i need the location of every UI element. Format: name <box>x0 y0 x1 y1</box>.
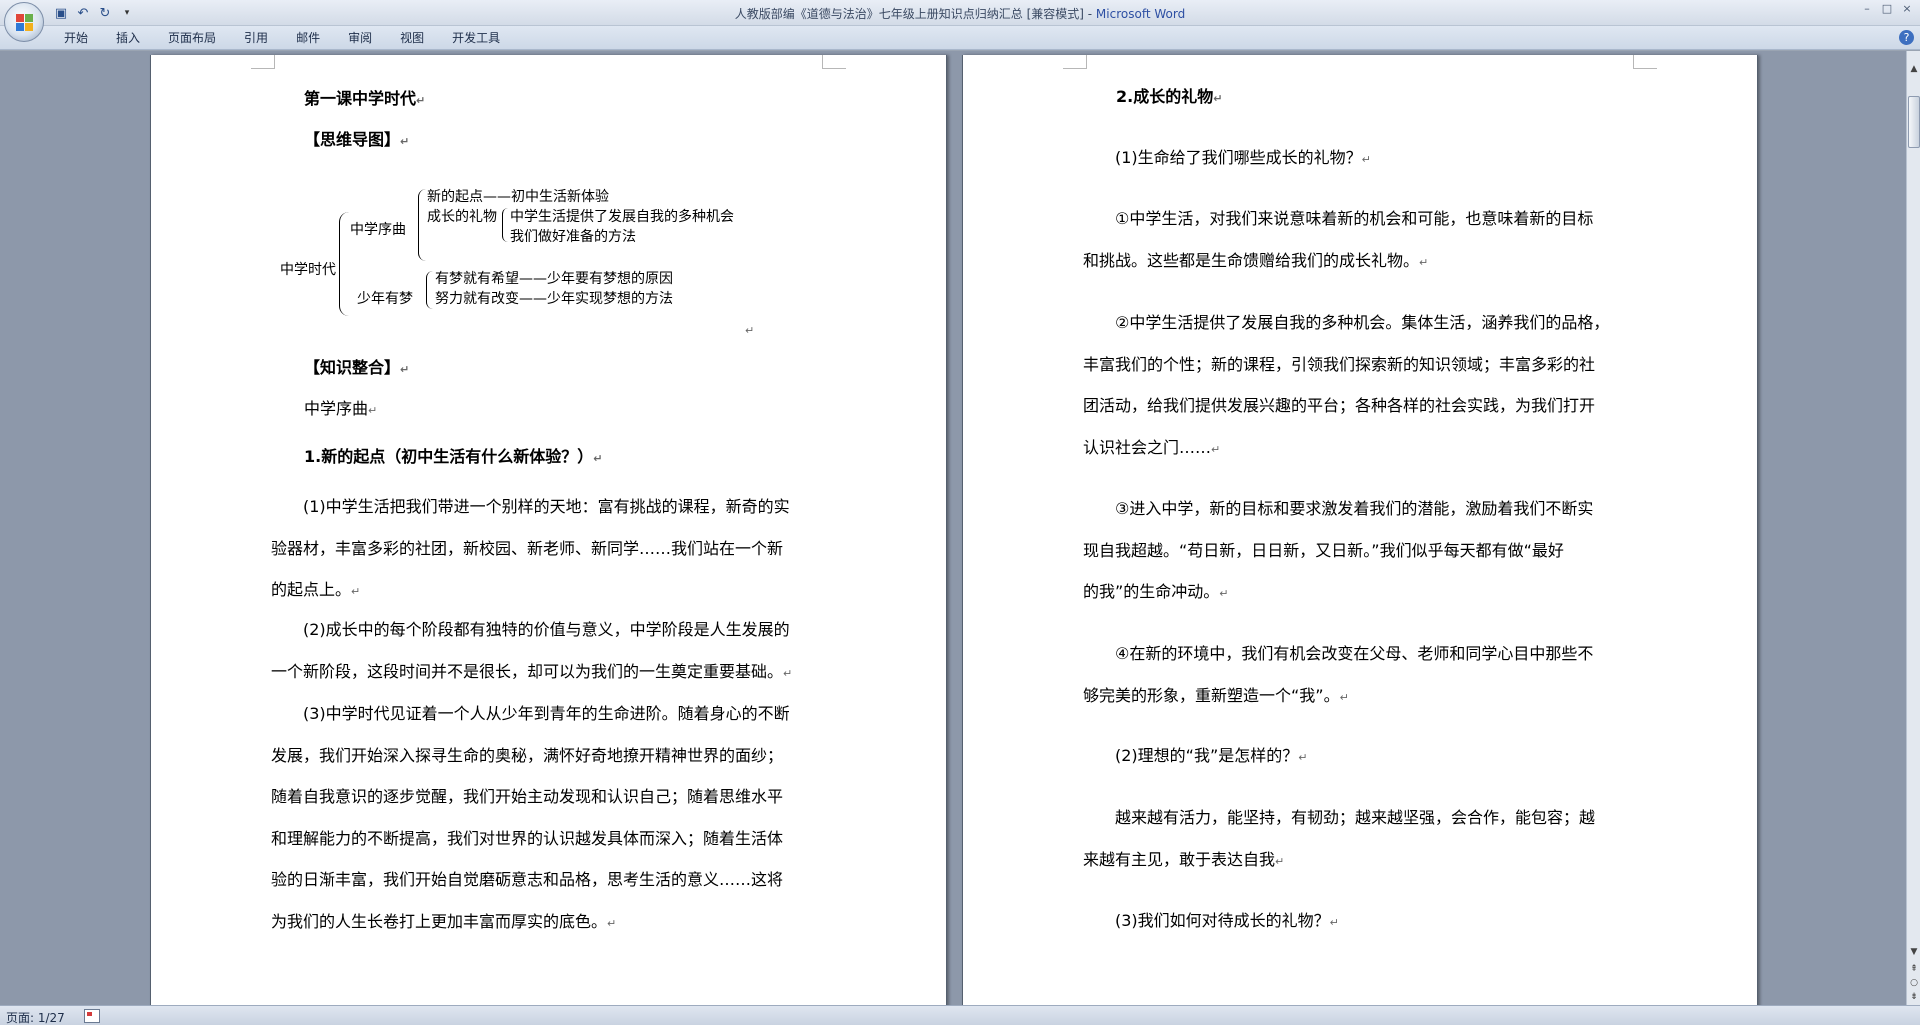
crop-mark <box>822 55 846 69</box>
mind-map: 中学时代 中学序曲 新的起点——初中生活新体验 成长的礼物 中学生活提供了发展自… <box>276 189 796 343</box>
paragraph: (3)中学时代见证着一个人从少年到青年的生命进阶。随着身心的不断 发展，我们开始… <box>271 693 790 944</box>
lesson-title: 第一课中学时代↵ <box>304 89 426 108</box>
text-line: 来越有主见，敢于表达自我↵ <box>1083 849 1285 869</box>
text-line: 的起点上。↵ <box>271 580 361 599</box>
paragraph: ④在新的环境中，我们有机会改变在父母、老师和同学心目中那些不 够完美的形象，重新… <box>1083 633 1593 718</box>
text-line: (3)中学时代见证着一个人从少年到青年的生命进阶。随着身心的不断 <box>271 704 790 723</box>
paragraph: ②中学生活提供了发展自我的多种机会。集体生活，涵养我们的品格， 丰富我们的个性；… <box>1083 302 1609 470</box>
crop-mark <box>1063 55 1087 69</box>
document-title: 人教版部编《道德与法治》七年级上册知识点归纳汇总 [兼容模式] - <box>734 7 1096 21</box>
application-name: Microsoft Word <box>1095 7 1186 21</box>
question: (1)生命给了我们哪些成长的礼物？↵ <box>1083 148 1371 167</box>
mindmap-item: 我们做好准备的方法 <box>510 229 636 245</box>
tab-view[interactable]: 视图 <box>386 29 438 47</box>
tab-page-layout[interactable]: 页面布局 <box>154 29 230 47</box>
text-line: 认识社会之门……↵ <box>1083 437 1221 457</box>
question: (3)我们如何对待成长的礼物？↵ <box>1083 911 1339 930</box>
brace <box>418 189 426 261</box>
text-line: 验器材，丰富多彩的社团，新校园、新老师、新同学……我们站在一个新 <box>271 538 784 558</box>
mindmap-branch-2: 少年有梦 <box>357 291 413 307</box>
section-label: 中学序曲↵ <box>304 399 378 418</box>
text-line: 现自我超越。“苟日新，日日新，又日新。”我们似乎每天都有做“最好 <box>1083 540 1564 560</box>
text-line: 够完美的形象，重新塑造一个“我”。↵ <box>1083 685 1349 705</box>
window-controls: – □ × <box>1860 2 1914 16</box>
text-line: ②中学生活提供了发展自我的多种机会。集体生活，涵养我们的品格， <box>1083 313 1610 332</box>
ribbon-tab-bar: 开始 插入 页面布局 引用 邮件 审阅 视图 开发工具 ? <box>0 26 1920 50</box>
next-page-icon[interactable]: ⇟ <box>1908 991 1920 1003</box>
text-line: 一个新阶段，这段时间并不是很长，却可以为我们的一生奠定重要基础。↵ <box>271 661 793 681</box>
paragraph: ③进入中学，新的目标和要求激发着我们的潜能，激励着我们不断实 现自我超越。“苟日… <box>1083 488 1593 615</box>
heading-growth-gifts: 2.成长的礼物↵ <box>1116 87 1223 106</box>
tab-insert[interactable]: 插入 <box>102 29 154 47</box>
previous-page-icon[interactable]: ⇞ <box>1908 963 1920 975</box>
document-page-1[interactable]: 第一课中学时代↵ 【思维导图】↵ 中学时代 中学序曲 新的起点——初中生活新体验… <box>150 55 947 1005</box>
text-line: 发展，我们开始深入探寻生命的奥秘，满怀好奇地撩开精神世界的面纱； <box>271 745 784 765</box>
text-line: (1)中学生活把我们带进一个别样的天地：富有挑战的课程，新奇的实 <box>271 497 790 516</box>
tab-references[interactable]: 引用 <box>230 29 282 47</box>
question: (2)理想的“我”是怎样的？↵ <box>1083 746 1308 765</box>
text-line: 为我们的人生长卷打上更加丰富而厚实的底色。↵ <box>271 911 617 931</box>
paragraph: ①中学生活，对我们来说意味着新的机会和可能，也意味着新的目标 和挑战。这些都是生… <box>1083 198 1593 283</box>
text-line: 验的日渐丰富，我们开始自觉磨砺意志和品格，思考生活的意义……这将 <box>271 870 784 889</box>
tab-home[interactable]: 开始 <box>50 29 102 47</box>
text-line: 丰富我们的个性；新的课程，引领我们探索新的知识领域；丰富多彩的社 <box>1083 354 1596 374</box>
document-page-2[interactable]: 2.成长的礼物↵ (1)生命给了我们哪些成长的礼物？↵ ①中学生活，对我们来说意… <box>962 55 1758 1005</box>
knowledge-heading: 【知识整合】↵ <box>304 358 410 377</box>
text-line: 和挑战。这些都是生命馈赠给我们的成长礼物。↵ <box>1083 250 1429 270</box>
paragraph: (2)成长中的每个阶段都有独特的价值与意义，中学阶段是人生发展的 一个新阶段，这… <box>271 609 792 694</box>
proofing-icon[interactable] <box>84 1009 100 1023</box>
text-line: ①中学生活，对我们来说意味着新的机会和可能，也意味着新的目标 <box>1083 209 1594 228</box>
scroll-up-icon[interactable]: ▲ <box>1908 63 1920 75</box>
tab-developer[interactable]: 开发工具 <box>438 29 514 47</box>
maximize-button[interactable]: □ <box>1880 2 1894 16</box>
text-line: 随着自我意识的逐步觉醒，我们开始主动发现和认识自己；随着思维水平 <box>271 787 784 806</box>
text-line: (2)成长中的每个阶段都有独特的价值与意义，中学阶段是人生发展的 <box>271 620 790 639</box>
brace <box>339 212 349 316</box>
scrollbar-thumb[interactable] <box>1908 96 1920 148</box>
mindmap-heading: 【思维导图】↵ <box>304 130 410 149</box>
document-workspace: 第一课中学时代↵ 【思维导图】↵ 中学时代 中学序曲 新的起点——初中生活新体验… <box>0 51 1906 1005</box>
crop-mark <box>251 55 275 69</box>
mindmap-item: 新的起点——初中生活新体验 <box>427 189 609 205</box>
tab-review[interactable]: 审阅 <box>334 29 386 47</box>
tab-mailings[interactable]: 邮件 <box>282 29 334 47</box>
help-icon[interactable]: ? <box>1899 30 1914 45</box>
text-line: 和理解能力的不断提高，我们对世界的认识越发具体而深入；随着生活体 <box>271 828 784 848</box>
mindmap-item: 中学生活提供了发展自我的多种机会 <box>510 209 734 225</box>
scroll-down-icon[interactable]: ▼ <box>1908 946 1920 958</box>
minimize-button[interactable]: – <box>1860 2 1874 16</box>
crop-mark <box>1633 55 1657 69</box>
mindmap-root: 中学时代 <box>280 262 336 278</box>
text-line: 的我”的生命冲动。↵ <box>1083 582 1229 601</box>
mindmap-item: 有梦就有希望——少年要有梦想的原因 <box>435 271 673 287</box>
mindmap-branch-1: 中学序曲 <box>350 222 406 238</box>
text-line: 越来越有活力，能坚持，有韧劲；越来越坚强，会合作，能包容；越 <box>1083 808 1596 827</box>
close-button[interactable]: × <box>1900 2 1914 16</box>
paragraph: 越来越有活力，能坚持，有韧劲；越来越坚强，会合作，能包容；越 来越有主见，敢于表… <box>1083 797 1595 882</box>
office-logo-icon <box>16 14 34 32</box>
paragraph: (1)中学生活把我们带进一个别样的天地：富有挑战的课程，新奇的实 验器材，丰富多… <box>271 486 790 613</box>
mindmap-item: 努力就有改变——少年实现梦想的方法 <box>435 291 673 307</box>
brace <box>426 271 433 309</box>
paragraph-mark: ↵ <box>745 324 755 337</box>
text-line: 团活动，给我们提供发展兴趣的平台；各种各样的社会实践，为我们打开 <box>1083 396 1596 415</box>
select-browse-object-icon[interactable]: ○ <box>1908 977 1920 989</box>
brace <box>502 208 508 242</box>
status-bar: 页面: 1/27 <box>0 1005 1920 1025</box>
text-line: ③进入中学，新的目标和要求激发着我们的潜能，激励着我们不断实 <box>1083 499 1594 518</box>
vertical-scrollbar[interactable]: ▲ ▼ ⇞ ○ ⇟ <box>1906 51 1920 1005</box>
title-bar: ▣ ↶ ↻ ▾ 人教版部编《道德与法治》七年级上册知识点归纳汇总 [兼容模式] … <box>0 0 1920 26</box>
window-title: 人教版部编《道德与法治》七年级上册知识点归纳汇总 [兼容模式] - Micros… <box>0 5 1920 22</box>
office-button[interactable] <box>4 2 44 42</box>
page-indicator[interactable]: 页面: 1/27 <box>6 1009 65 1025</box>
heading-new-start: 1.新的起点（初中生活有什么新体验？）↵ <box>304 447 603 466</box>
mindmap-item: 成长的礼物 <box>427 209 497 225</box>
text-line: ④在新的环境中，我们有机会改变在父母、老师和同学心目中那些不 <box>1083 644 1594 663</box>
